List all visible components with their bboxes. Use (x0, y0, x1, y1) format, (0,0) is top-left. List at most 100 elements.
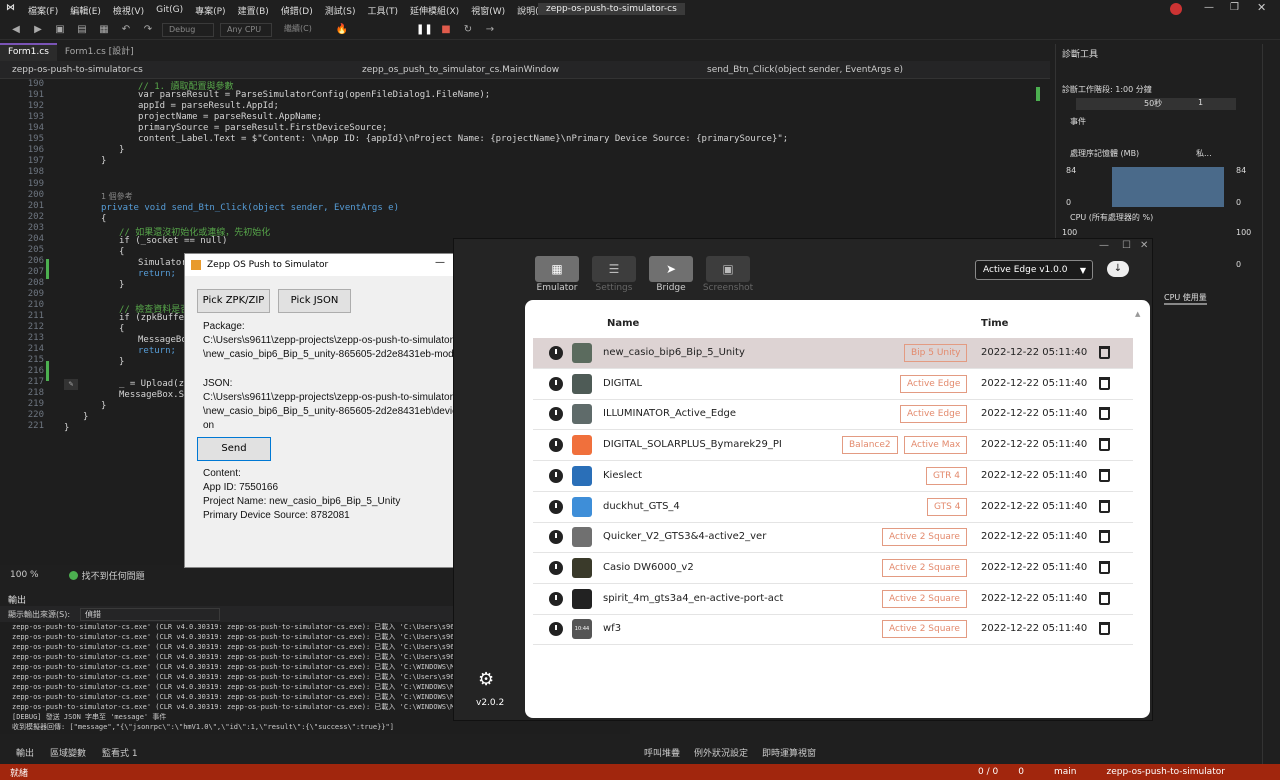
tab-locals[interactable]: 區域變數 (50, 746, 86, 759)
save-all-icon[interactable]: ▦ (96, 23, 112, 37)
trash-icon[interactable] (1099, 499, 1110, 513)
stop-icon[interactable]: ■ (438, 23, 454, 37)
trash-icon[interactable] (1099, 376, 1110, 390)
pick-zpk-button[interactable]: Pick ZPK/ZIP (197, 289, 270, 313)
menu-item[interactable]: 專案(P) (195, 4, 225, 17)
close-icon[interactable]: ✕ (1140, 240, 1148, 251)
maximize-icon[interactable]: ☐ (1122, 240, 1131, 251)
line-number: 192 (27, 101, 44, 111)
issues-status[interactable]: 找不到任何問題 (82, 569, 145, 582)
menu-item[interactable]: 檔案(F) (28, 4, 58, 17)
member-dropdown[interactable]: send_Btn_Click(object sender, EventArgs … (695, 61, 1030, 79)
menu-item[interactable]: 檢視(V) (113, 4, 144, 17)
trash-icon[interactable] (1099, 560, 1110, 574)
new-project-icon[interactable]: ▣ (52, 23, 68, 37)
forward-icon[interactable]: ▶ (30, 23, 46, 37)
menu-item[interactable]: 視窗(W) (471, 4, 505, 17)
trash-icon[interactable] (1099, 622, 1110, 636)
cpu-axis-max: 100 (1062, 228, 1078, 237)
menu-item[interactable]: 工具(T) (367, 4, 398, 17)
menu-item[interactable]: 偵錯(D) (281, 4, 313, 17)
close-icon[interactable]: ✕ (1257, 1, 1266, 14)
device-tag: GTR 4 (926, 466, 967, 485)
cloud-download-icon[interactable]: ↓ (1107, 261, 1129, 277)
tab-exception-settings[interactable]: 例外狀況設定 (694, 746, 748, 759)
project-name: Project Name: new_casio_bip6_Bip_5_Unity (203, 496, 401, 507)
settings-button[interactable]: ☰ (592, 256, 636, 282)
output-source-dropdown[interactable]: 偵錯 (80, 607, 221, 621)
tab-form1-designer[interactable]: Form1.cs [設計] (57, 43, 142, 61)
send-button[interactable]: Send (197, 437, 271, 461)
trash-icon[interactable] (1099, 468, 1110, 482)
tab-immediate-window[interactable]: 即時運算視窗 (762, 746, 816, 759)
status-changes[interactable]: 0 / 0 (978, 767, 998, 777)
vs-logo-icon: ⋈ (6, 3, 15, 13)
tab-output[interactable]: 輸出 (16, 746, 34, 759)
config-dropdown[interactable]: Debug (162, 22, 214, 37)
code-line: { (119, 247, 125, 257)
line-number: 195 (27, 134, 44, 144)
platform-dropdown[interactable]: Any CPU (220, 22, 272, 37)
hot-reload-icon[interactable]: 🔥 (334, 23, 350, 37)
minimize-icon[interactable]: — (1099, 240, 1109, 251)
quick-actions-icon[interactable]: ✎ (64, 379, 78, 390)
app-list-row[interactable]: DIGITAL_SOLARPLUS_Bymarek29_PI 2022-12-22… (533, 430, 1133, 462)
menu-item[interactable]: 延伸模組(X) (410, 4, 459, 17)
tab-form1-cs[interactable]: Form1.cs (0, 43, 57, 61)
avatar[interactable] (1170, 3, 1182, 15)
memory-axis-min-right: 0 (1236, 198, 1242, 207)
restore-icon[interactable]: ❐ (1230, 2, 1239, 13)
reference-count[interactable]: 1 個參考 (101, 191, 133, 202)
scroll-up-icon[interactable]: ▲ (1135, 310, 1140, 318)
trash-icon[interactable] (1099, 346, 1110, 359)
status-errors[interactable]: 0 (1018, 767, 1024, 777)
menu-item[interactable]: 測試(S) (325, 4, 356, 17)
menu-item[interactable]: 建置(B) (238, 4, 269, 17)
pick-json-button[interactable]: Pick JSON (278, 289, 351, 313)
minimize-icon[interactable]: — (1204, 2, 1214, 13)
emulator-button[interactable]: ▦ (535, 256, 579, 282)
menu-item[interactable]: 編輯(E) (70, 4, 101, 17)
back-icon[interactable]: ◀ (8, 23, 24, 37)
trash-icon[interactable] (1099, 591, 1110, 605)
device-tag: Active 2 Square (882, 589, 967, 608)
app-list-row[interactable]: 10:44 wf3 2022-12-22 05:11:40 Active 2 Squa… (533, 614, 1133, 646)
screenshot-button[interactable]: ▣ (706, 256, 750, 282)
open-icon[interactable]: ▤ (74, 23, 90, 37)
tab-cpu-usage[interactable]: CPU 使用量 (1164, 292, 1207, 305)
line-number: 214 (27, 344, 44, 354)
trash-icon[interactable] (1099, 530, 1110, 544)
line-number: 205 (27, 245, 44, 255)
app-list-row[interactable]: new_casio_bip6_Bip_5_Unity 2022-12-22 05:… (533, 338, 1133, 369)
class-dropdown[interactable]: zepp_os_push_to_simulator_cs.MainWindow (350, 61, 695, 79)
step-icon[interactable]: → (482, 23, 498, 37)
zoom-level[interactable]: 100 % (10, 570, 39, 580)
continue-button[interactable]: 繼續(C) (278, 23, 328, 37)
tab-call-stack[interactable]: 呼叫堆疊 (644, 746, 680, 759)
json-label: JSON: (203, 378, 233, 389)
app-list-row[interactable]: ILLUMINATOR_Active_Edge 2022-12-22 05:11:… (533, 399, 1133, 431)
menu-item[interactable]: Git(G) (156, 5, 183, 15)
trash-icon[interactable] (1099, 438, 1110, 452)
undo-icon[interactable]: ↶ (118, 23, 134, 37)
status-repo[interactable]: zepp-os-push-to-simulator (1106, 767, 1224, 777)
redo-icon[interactable]: ↷ (140, 23, 156, 37)
line-number: 193 (27, 112, 44, 122)
app-list-row[interactable]: Kieslect 2022-12-22 05:11:40 GTR 4 (533, 461, 1133, 492)
watchface-thumbnail (572, 465, 592, 486)
gear-icon[interactable]: ⚙ (478, 669, 494, 690)
restart-icon[interactable]: ↻ (460, 23, 476, 37)
pause-icon[interactable]: ❚❚ (416, 23, 433, 37)
status-branch[interactable]: main (1054, 767, 1077, 777)
minimize-icon[interactable]: — (435, 257, 445, 268)
app-list-row[interactable]: Casio DW6000_v2 2022-12-22 05:11:40 Active… (533, 553, 1133, 584)
project-dropdown[interactable]: zepp-os-push-to-simulator-cs (0, 61, 350, 79)
app-list-row[interactable]: DIGITAL 2022-12-22 05:11:40 Active Edge (533, 369, 1133, 400)
device-dropdown[interactable]: Active Edge v1.0.0 ▼ (975, 260, 1093, 280)
app-list-row[interactable]: Quicker_V2_GTS3&4-active2_ver 2022-12-22 … (533, 522, 1133, 554)
app-list-row[interactable]: duckhut_GTS_4 2022-12-22 05:11:40 GTS 4 (533, 492, 1133, 523)
bridge-button[interactable]: ➤ (649, 256, 693, 282)
trash-icon[interactable] (1099, 407, 1110, 421)
tab-watch[interactable]: 監看式 1 (102, 746, 138, 759)
app-list-row[interactable]: spirit_4m_gts3a4_en-active-port-act 2022-… (533, 584, 1133, 615)
